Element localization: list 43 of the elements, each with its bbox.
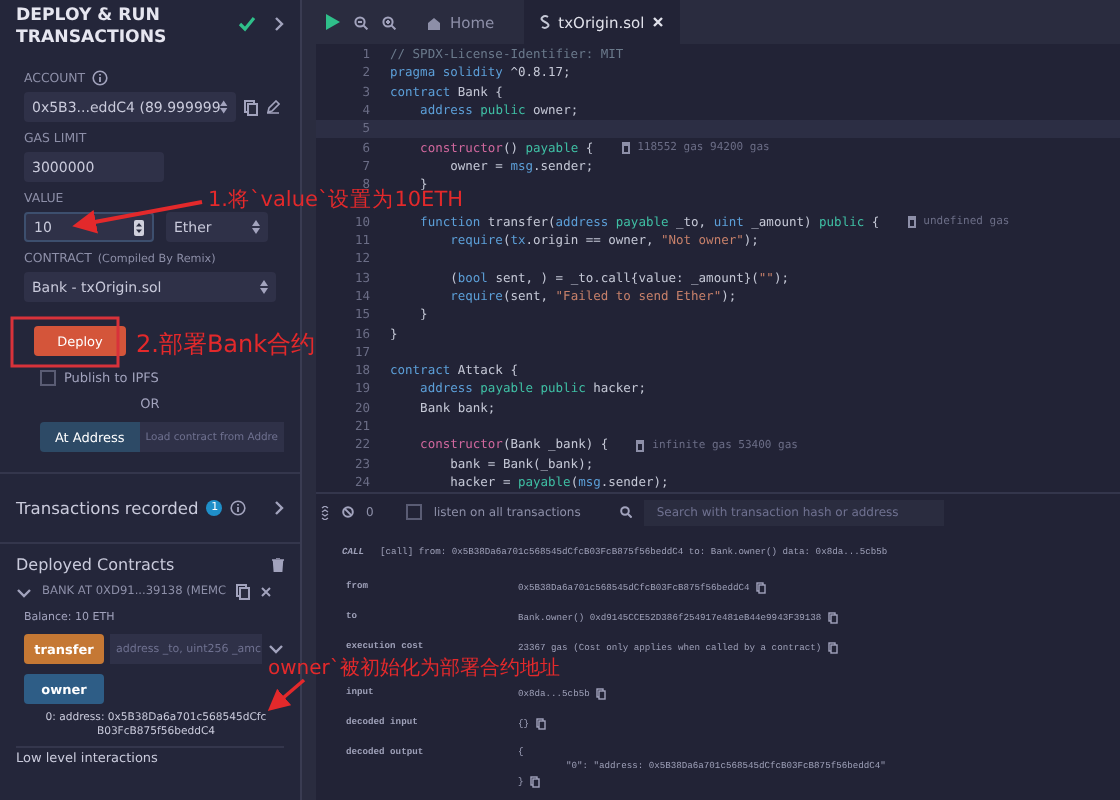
chevron-right-icon[interactable] xyxy=(274,500,284,516)
gas-pump-icon xyxy=(636,439,647,452)
file-icon xyxy=(540,14,551,30)
search-icon xyxy=(620,506,633,519)
gas-pump-icon xyxy=(621,142,632,155)
panel-title: DEPLOY & RUN TRANSACTIONS xyxy=(16,6,169,50)
copy-icon[interactable] xyxy=(529,776,540,789)
section-title[interactable]: Transactions recorded xyxy=(16,498,199,518)
checkbox[interactable] xyxy=(405,504,422,521)
annotation-text: 1.将`value`设置为10ETH xyxy=(208,190,464,212)
gas-pump-icon xyxy=(907,216,918,229)
chevron-right-icon[interactable] xyxy=(274,16,284,32)
chevron-down-icon[interactable] xyxy=(16,587,32,597)
annotation-text: owner`被初始化为部署合约地址 xyxy=(268,658,560,680)
copy-icon[interactable] xyxy=(755,582,766,595)
home-icon xyxy=(426,15,442,29)
info-icon[interactable] xyxy=(91,70,108,86)
zoom-out-icon[interactable] xyxy=(354,15,368,29)
copy-icon[interactable] xyxy=(236,584,251,600)
copy-icon[interactable] xyxy=(827,642,838,655)
edit-icon[interactable] xyxy=(266,100,280,114)
copy-icon[interactable] xyxy=(244,99,258,115)
clear-icon[interactable] xyxy=(342,506,354,519)
copy-icon[interactable] xyxy=(595,688,606,701)
copy-icon[interactable] xyxy=(535,718,546,731)
arrow xyxy=(267,678,306,712)
checkbox[interactable] xyxy=(40,370,56,386)
zoom-in-icon[interactable] xyxy=(382,15,396,29)
info-icon[interactable] xyxy=(230,500,247,516)
expand-icon[interactable] xyxy=(268,644,284,654)
close-icon[interactable] xyxy=(260,586,273,598)
caret-icon xyxy=(260,280,268,294)
run-icon[interactable] xyxy=(326,14,340,30)
highlight-box xyxy=(10,316,120,368)
annotation-text: 2.部署Bank合约 xyxy=(136,330,316,358)
caret-icon xyxy=(220,100,228,114)
collapse-icon[interactable] xyxy=(320,505,330,520)
check-icon xyxy=(238,16,256,32)
section-title: Deployed Contracts xyxy=(16,556,175,574)
caret-icon xyxy=(252,220,260,234)
copy-icon[interactable] xyxy=(827,612,838,625)
spinner-icon[interactable] xyxy=(134,219,144,235)
trash-icon[interactable] xyxy=(272,558,284,572)
